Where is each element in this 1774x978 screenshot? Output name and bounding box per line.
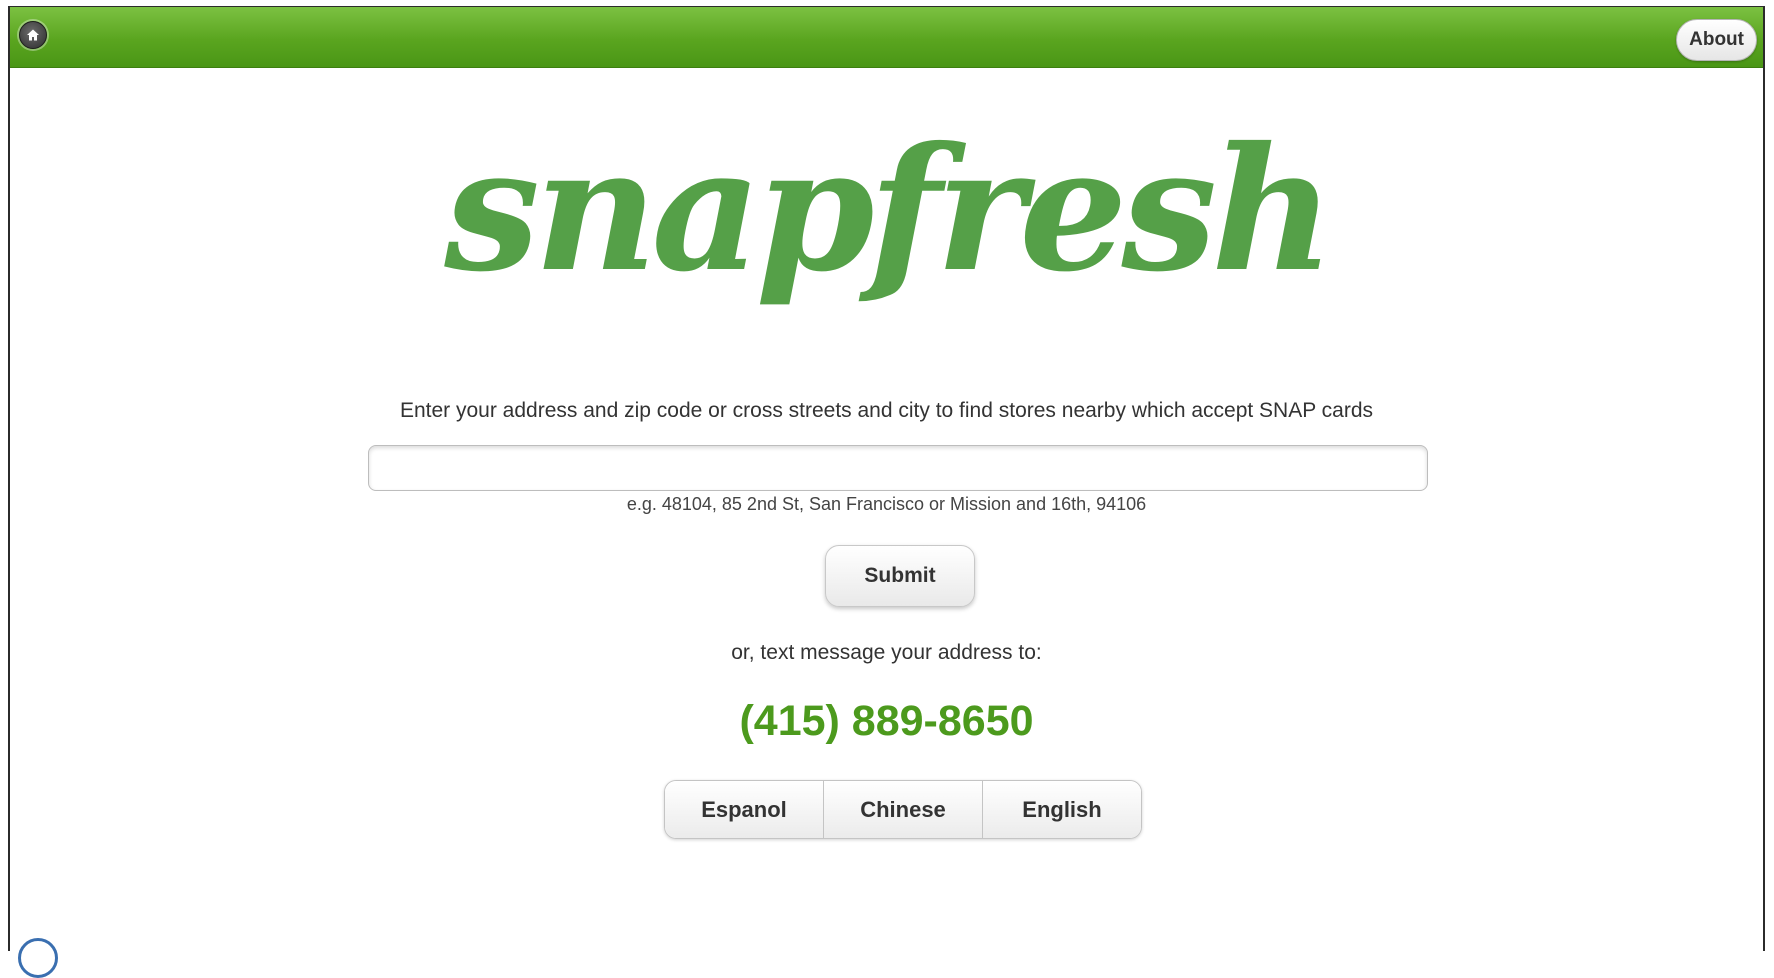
language-english-button[interactable]: English — [983, 781, 1141, 838]
header-bar: About — [10, 7, 1763, 68]
logo: snapfresh — [10, 125, 1763, 295]
sms-phone-number: (415) 889-8650 — [739, 697, 1034, 745]
about-button[interactable]: About — [1676, 19, 1757, 61]
address-input[interactable] — [368, 445, 1428, 491]
home-button[interactable] — [19, 21, 47, 49]
corner-badge-icon — [18, 938, 58, 978]
address-hint: e.g. 48104, 85 2nd St, San Francisco or … — [626, 494, 1147, 514]
instructions-text: Enter your address and zip code or cross… — [399, 399, 1374, 422]
submit-button[interactable]: Submit — [825, 545, 975, 607]
logo-text: snapfresh — [444, 110, 1334, 310]
sms-instruction: or, text message your address to: — [731, 641, 1042, 664]
language-selector: Espanol Chinese English — [664, 780, 1142, 839]
home-icon — [27, 29, 39, 41]
language-chinese-button[interactable]: Chinese — [824, 781, 983, 838]
language-espanol-button[interactable]: Espanol — [665, 781, 824, 838]
page-frame: About snapfresh Enter your address and z… — [8, 6, 1765, 951]
